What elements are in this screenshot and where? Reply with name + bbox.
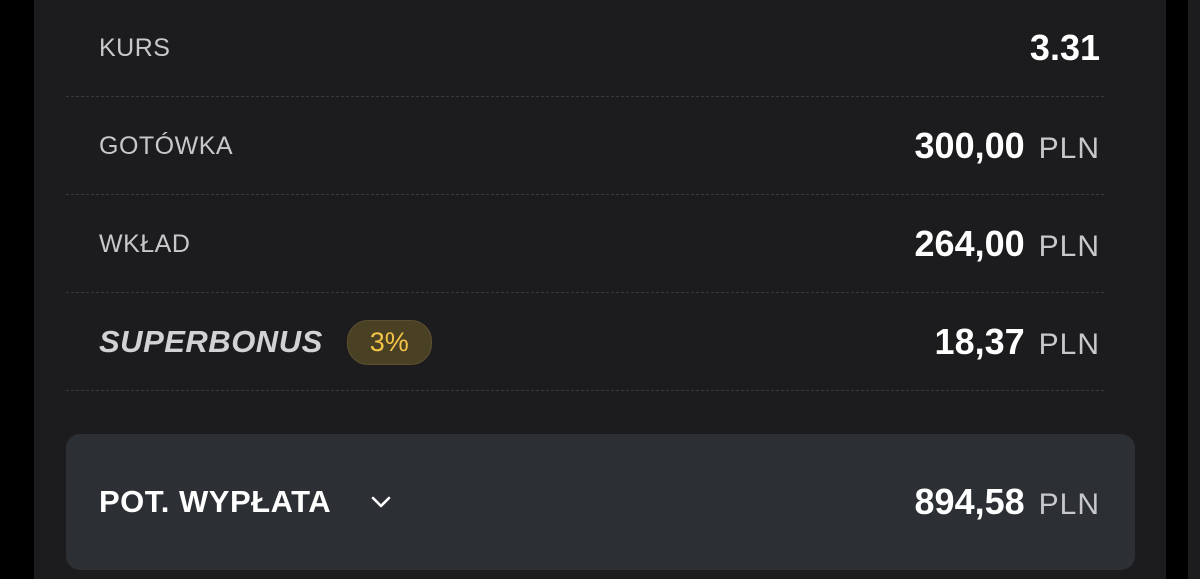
divider — [66, 194, 1104, 195]
superbonus-label: SUPERBONUS — [99, 324, 323, 359]
odds-row: KURS 3.31 — [66, 16, 1104, 80]
potential-payout-panel[interactable]: POT. WYPŁATA 894,58 PLN — [66, 434, 1135, 570]
superbonus-currency: PLN — [1038, 328, 1100, 361]
divider — [66, 292, 1104, 293]
superbonus-row: SUPERBONUS 3% 18,37 PLN — [66, 310, 1104, 374]
cash-currency: PLN — [1038, 132, 1100, 165]
superbonus-badge: 3% — [346, 319, 432, 365]
stake-currency: PLN — [1038, 230, 1100, 263]
superbonus-info: SUPERBONUS 3% — [99, 319, 432, 365]
odds-value: 3.31 — [1029, 27, 1100, 68]
cash-row: GOTÓWKA 300,00 PLN — [66, 114, 1104, 178]
superbonus-value: 18,37 — [934, 321, 1025, 362]
cash-value: 300,00 — [914, 125, 1025, 166]
chevron-down-icon[interactable] — [369, 490, 393, 514]
stake-row: WKŁAD 264,00 PLN — [66, 212, 1104, 276]
cash-label: GOTÓWKA — [99, 131, 234, 160]
odds-label: KURS — [99, 33, 171, 62]
stake-amount: 264,00 PLN — [915, 223, 1100, 265]
payout-value: 894,58 — [914, 481, 1025, 522]
divider — [66, 96, 1104, 97]
stake-value: 264,00 — [914, 223, 1025, 264]
side-panel-edge — [1188, 0, 1200, 579]
divider — [66, 390, 1104, 391]
payout-amount: 894,58 PLN — [915, 481, 1100, 523]
stake-label: WKŁAD — [99, 229, 191, 258]
payout-toggle[interactable]: POT. WYPŁATA — [99, 484, 393, 520]
payout-label: POT. WYPŁATA — [99, 484, 332, 519]
cash-amount: 300,00 PLN — [915, 125, 1100, 167]
payout-currency: PLN — [1038, 488, 1100, 521]
superbonus-amount: 18,37 PLN — [935, 321, 1100, 363]
